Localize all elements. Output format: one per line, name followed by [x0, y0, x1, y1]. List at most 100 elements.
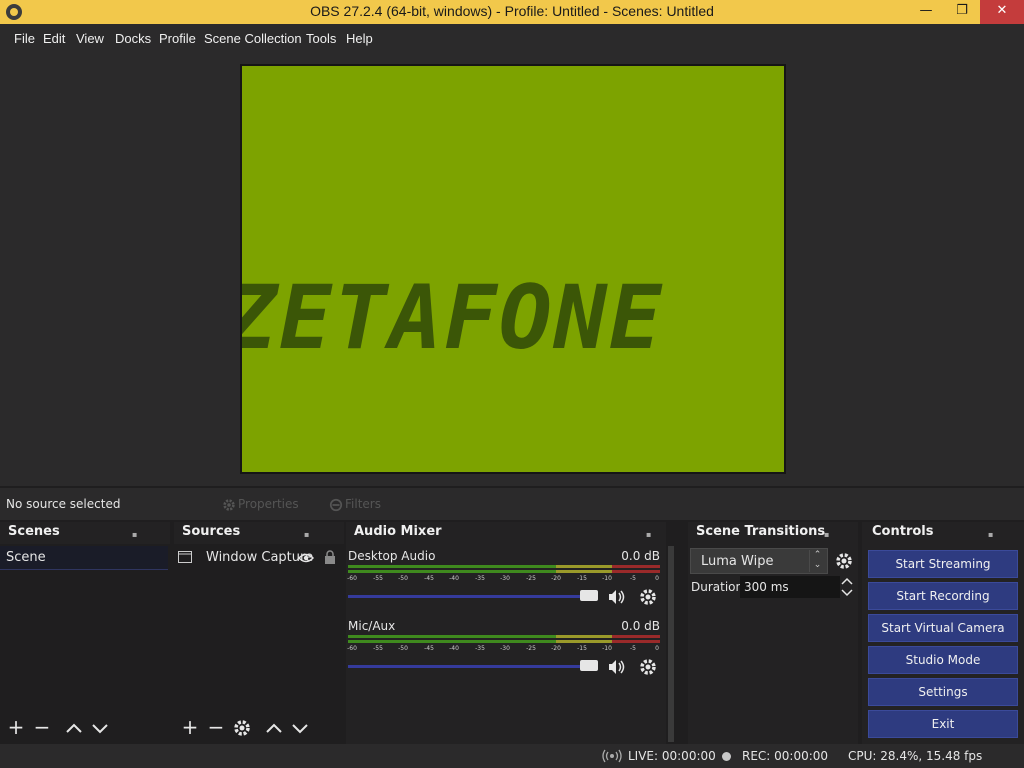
transitions-body: [688, 544, 858, 744]
dock-float-icon[interactable]: ▪: [646, 530, 654, 539]
filter-icon: [329, 498, 343, 511]
tick-label: -50: [398, 645, 408, 652]
eye-icon[interactable]: [298, 552, 314, 564]
dock-float-icon[interactable]: ▪: [132, 530, 140, 539]
tick-label: -5: [630, 575, 636, 582]
minimize-button[interactable]: —: [910, 0, 942, 24]
move-up-icon[interactable]: [64, 718, 84, 738]
menu-docks[interactable]: Docks: [115, 31, 151, 46]
lock-icon[interactable]: [324, 550, 336, 564]
window-capture-icon: [178, 551, 192, 563]
source-status-label: No source selected: [6, 497, 121, 511]
rec-timer: REC: 00:00:00: [742, 749, 829, 763]
properties-button[interactable]: Properties: [222, 497, 299, 512]
preview-canvas[interactable]: ZETAFONE: [240, 64, 786, 474]
sources-dock: Sources ▪ Window Capture + −: [174, 522, 344, 744]
volume-slider-handle[interactable]: [580, 590, 598, 601]
tick-label: 0: [655, 645, 659, 652]
transition-gear-icon[interactable]: [834, 551, 854, 571]
speaker-icon[interactable]: [606, 587, 626, 607]
source-list-item[interactable]: Window Capture: [174, 546, 348, 570]
duration-value: 300 ms: [744, 580, 789, 594]
add-source-icon[interactable]: +: [180, 717, 200, 738]
select-arrows-icon: ⌃ ⌄: [809, 550, 825, 572]
gear-icon[interactable]: [638, 657, 658, 677]
move-down-icon[interactable]: [90, 718, 110, 738]
dock-float-icon[interactable]: ▪: [304, 530, 312, 539]
move-up-icon[interactable]: [264, 718, 284, 738]
tick-label: -40: [449, 645, 459, 652]
tick-label: -55: [373, 645, 383, 652]
filters-label: Filters: [345, 497, 381, 511]
volume-slider-track[interactable]: [348, 665, 592, 668]
preview-content-text: ZETAFONE: [240, 266, 664, 369]
source-properties-gear-icon[interactable]: [232, 718, 252, 738]
menu-edit[interactable]: Edit: [43, 31, 65, 46]
tick-label: -25: [526, 575, 536, 582]
controls-title: Controls: [872, 524, 934, 539]
volume-slider-handle[interactable]: [580, 660, 598, 671]
scenes-toolbar: + −: [0, 714, 170, 744]
meter-ticks: -60 -55 -50 -45 -40 -35 -30 -25 -20 -15 …: [347, 645, 660, 655]
menu-tools[interactable]: Tools: [306, 31, 336, 46]
audio-channel: Mic/Aux 0.0 dB -60 -55 -50 -45 -40 -35 -…: [347, 619, 662, 683]
tick-label: -40: [449, 575, 459, 582]
tick-label: -30: [500, 645, 510, 652]
remove-scene-icon[interactable]: −: [32, 717, 52, 738]
close-button[interactable]: ✕: [980, 0, 1024, 24]
remove-source-icon[interactable]: −: [206, 717, 226, 738]
tick-label: -50: [398, 575, 408, 582]
scene-list-item[interactable]: Scene: [0, 546, 168, 570]
menu-help[interactable]: Help: [346, 31, 373, 46]
rec-indicator-icon: [722, 752, 731, 761]
start-recording-button[interactable]: Start Recording: [868, 582, 1018, 610]
duration-input[interactable]: 300 ms: [740, 576, 840, 598]
window-title: OBS 27.2.4 (64-bit, windows) - Profile: …: [310, 3, 714, 19]
maximize-button[interactable]: ❐: [946, 0, 978, 24]
tick-label: -35: [475, 645, 485, 652]
spin-arrows-icon[interactable]: [840, 576, 854, 598]
volume-slider-track[interactable]: [348, 595, 592, 598]
move-down-icon[interactable]: [290, 718, 310, 738]
scene-item-label: Scene: [6, 550, 46, 565]
tick-label: -45: [424, 575, 434, 582]
tick-label: 0: [655, 575, 659, 582]
audio-channel: Desktop Audio 0.0 dB -60 -55 -50 -45 -40…: [347, 549, 662, 613]
menu-file[interactable]: File: [14, 31, 35, 46]
settings-button[interactable]: Settings: [868, 678, 1018, 706]
studio-mode-button[interactable]: Studio Mode: [868, 646, 1018, 674]
sources-list[interactable]: Window Capture + −: [174, 544, 344, 744]
volume-meter: [348, 565, 660, 573]
channel-name: Desktop Audio: [348, 549, 436, 563]
scenes-list[interactable]: Scene + −: [0, 544, 170, 744]
dock-float-icon[interactable]: ▪: [988, 530, 996, 539]
start-streaming-button[interactable]: Start Streaming: [868, 550, 1018, 578]
live-broadcast-icon: [602, 749, 622, 763]
tick-label: -45: [424, 645, 434, 652]
dock-float-icon[interactable]: ▪: [824, 530, 832, 539]
tick-label: -20: [551, 575, 561, 582]
transition-select[interactable]: Luma Wipe ⌃ ⌄: [690, 548, 828, 574]
menu-profile[interactable]: Profile: [159, 31, 196, 46]
menu-view[interactable]: View: [76, 31, 104, 46]
speaker-icon[interactable]: [606, 657, 626, 677]
scenes-dock: Scenes ▪ Scene + −: [0, 522, 170, 744]
filters-button[interactable]: Filters: [329, 497, 381, 512]
tick-label: -35: [475, 575, 485, 582]
live-timer: LIVE: 00:00:00: [628, 749, 716, 763]
scene-transitions-title: Scene Transitions: [696, 524, 826, 539]
scenes-title: Scenes: [8, 524, 60, 539]
mixer-scrollbar[interactable]: [668, 546, 674, 742]
preview-area[interactable]: ZETAFONE: [0, 54, 1024, 486]
menu-scene-collection[interactable]: Scene Collection: [204, 31, 302, 46]
gear-icon: [223, 498, 235, 511]
exit-button[interactable]: Exit: [868, 710, 1018, 738]
tick-label: -10: [602, 575, 612, 582]
start-virtual-camera-button[interactable]: Start Virtual Camera: [868, 614, 1018, 642]
gear-icon[interactable]: [638, 587, 658, 607]
tick-label: -60: [347, 575, 357, 582]
tick-label: -60: [347, 645, 357, 652]
context-bar: No source selected Properties Filters: [0, 488, 1024, 520]
channel-db: 0.0 dB: [621, 549, 660, 563]
add-scene-icon[interactable]: +: [6, 717, 26, 738]
